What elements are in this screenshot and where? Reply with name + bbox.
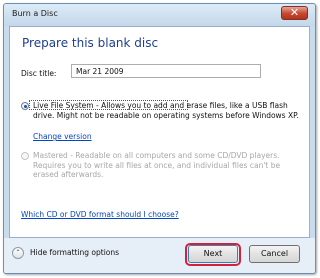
mastered-option-text: Mastered - Readable on all computers and…	[33, 151, 281, 179]
dialog-footer: ⌃ Hide formatting options Next Cancel	[4, 238, 315, 273]
burn-disc-dialog: Burn a Disc ✕ Prepare this blank disc Di…	[3, 3, 316, 274]
disc-title-input[interactable]: Mar 21 2009	[71, 64, 261, 78]
close-icon: ✕	[289, 6, 300, 19]
chevron-up-icon: ⌃	[15, 249, 21, 256]
mastered-radio[interactable]	[21, 152, 29, 160]
hide-options-label[interactable]: Hide formatting options	[30, 248, 119, 257]
window-title: Burn a Disc	[12, 9, 58, 18]
title-bar[interactable]: Burn a Disc ✕	[4, 4, 315, 26]
hide-options-toggle-button[interactable]: ⌃	[12, 247, 24, 259]
disc-title-label: Disc title:	[21, 69, 57, 78]
cancel-button[interactable]: Cancel	[249, 245, 300, 263]
next-button[interactable]: Next	[188, 245, 238, 263]
live-file-system-radio[interactable]	[21, 102, 29, 110]
live-file-system-option-text[interactable]: Live File System - Allows you to add and…	[33, 101, 303, 120]
page-title: Prepare this blank disc	[22, 36, 159, 50]
format-help-link[interactable]: Which CD or DVD format should I choose?	[21, 210, 179, 219]
dialog-content: Prepare this blank disc Disc title: Mar …	[9, 26, 310, 238]
close-button[interactable]: ✕	[281, 6, 308, 20]
change-version-link[interactable]: Change version	[33, 132, 92, 141]
